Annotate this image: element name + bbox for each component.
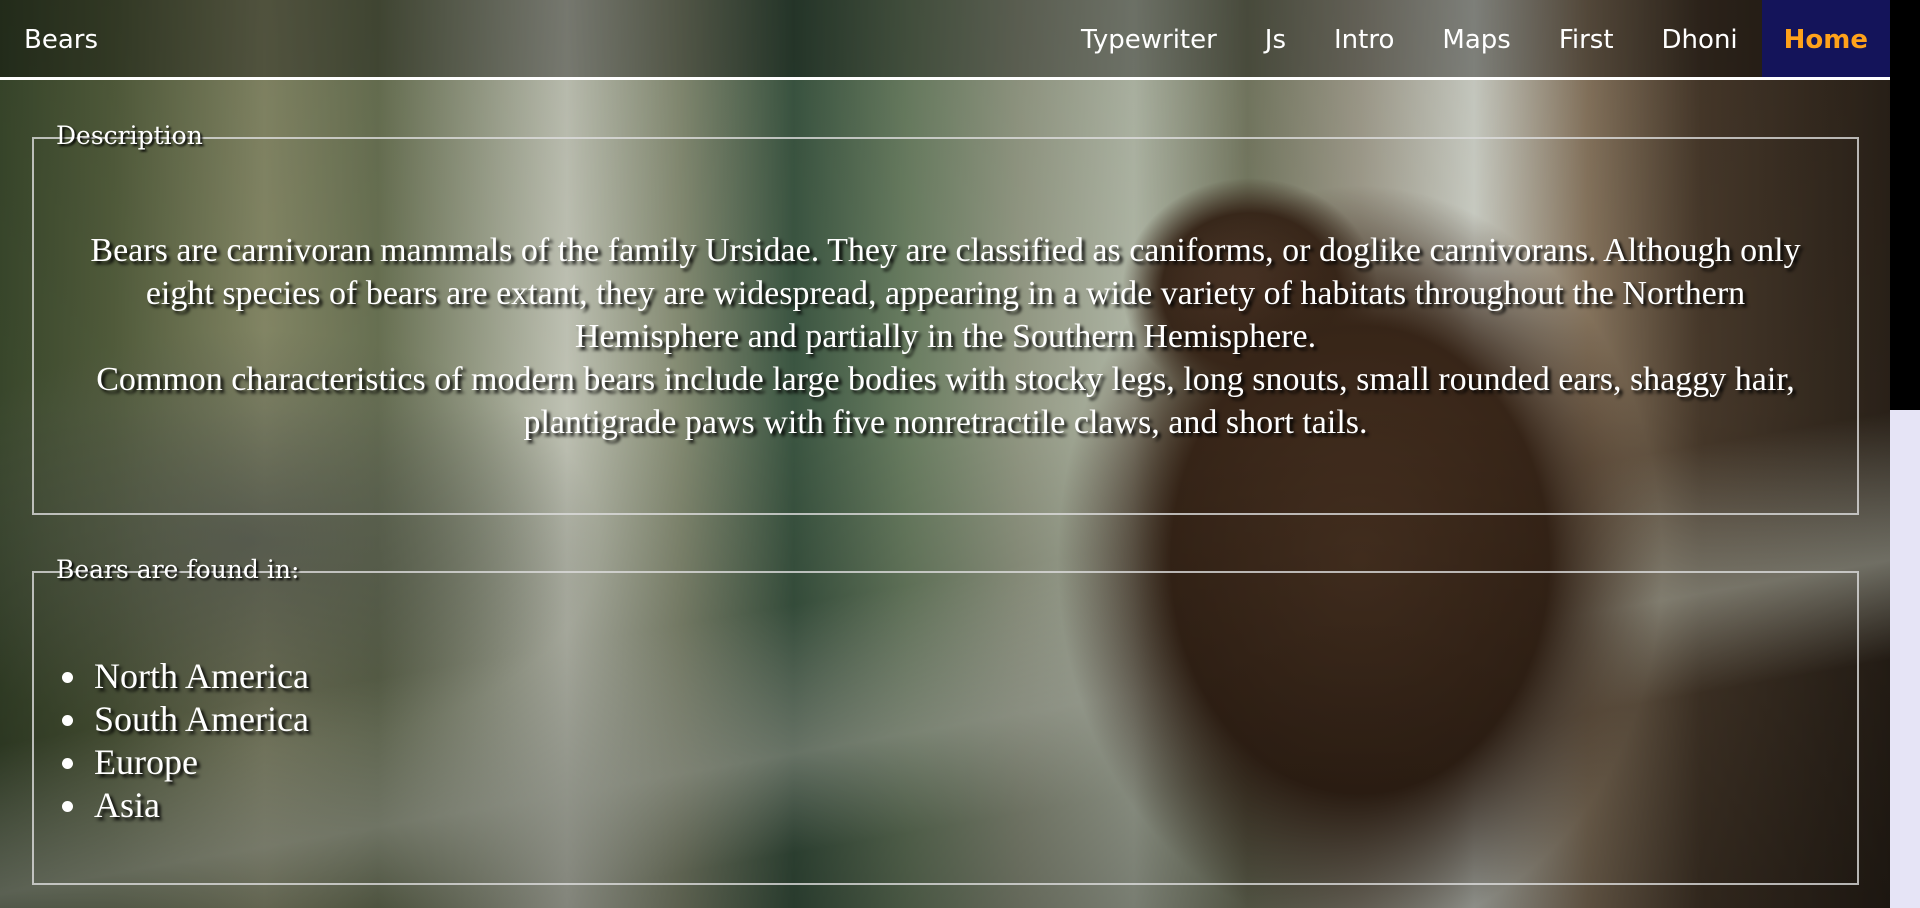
- region-item: Asia: [90, 784, 309, 827]
- scrollbar[interactable]: [1890, 0, 1920, 908]
- scrollbar-track[interactable]: [1890, 410, 1920, 908]
- nav-item-maps: Maps: [1418, 0, 1534, 77]
- nav-item-js: Js: [1241, 0, 1310, 77]
- regions-legend: Bears are found in:: [56, 555, 300, 584]
- nav-link-home[interactable]: Home: [1761, 0, 1890, 77]
- regions-box: Bears are found in: North America South …: [32, 555, 1859, 885]
- nav-link-intro[interactable]: Intro: [1310, 0, 1418, 77]
- description-legend: Description: [56, 121, 203, 150]
- region-item: North America: [90, 655, 309, 698]
- nav-item-first: First: [1535, 0, 1638, 77]
- page: Bears Typewriter Js Intro Maps First Dho…: [0, 0, 1890, 908]
- regions-list: North America South America Europe Asia: [58, 655, 309, 827]
- nav-item-typewriter: Typewriter: [1057, 0, 1241, 77]
- region-item: Europe: [90, 741, 309, 784]
- nav-links: Typewriter Js Intro Maps First Dhoni Hom…: [1057, 0, 1890, 77]
- description-paragraph-1: Bears are carnivoran mammals of the fami…: [90, 232, 1801, 355]
- nav-item-dhoni: Dhoni: [1638, 0, 1762, 77]
- nav-link-maps[interactable]: Maps: [1418, 0, 1534, 77]
- brand-link[interactable]: Bears: [24, 0, 98, 80]
- nav-link-js[interactable]: Js: [1241, 0, 1310, 77]
- navbar: Bears Typewriter Js Intro Maps First Dho…: [0, 0, 1890, 80]
- nav-link-typewriter[interactable]: Typewriter: [1057, 0, 1241, 77]
- nav-link-first[interactable]: First: [1535, 0, 1638, 77]
- region-item: South America: [90, 698, 309, 741]
- description-text: Bears are carnivoran mammals of the fami…: [74, 229, 1817, 444]
- nav-item-intro: Intro: [1310, 0, 1418, 77]
- nav-item-home: Home: [1761, 0, 1890, 77]
- description-paragraph-2: Common characteristics of modern bears i…: [96, 361, 1795, 441]
- description-box: Description Bears are carnivoran mammals…: [32, 121, 1859, 515]
- nav-link-dhoni[interactable]: Dhoni: [1638, 0, 1762, 77]
